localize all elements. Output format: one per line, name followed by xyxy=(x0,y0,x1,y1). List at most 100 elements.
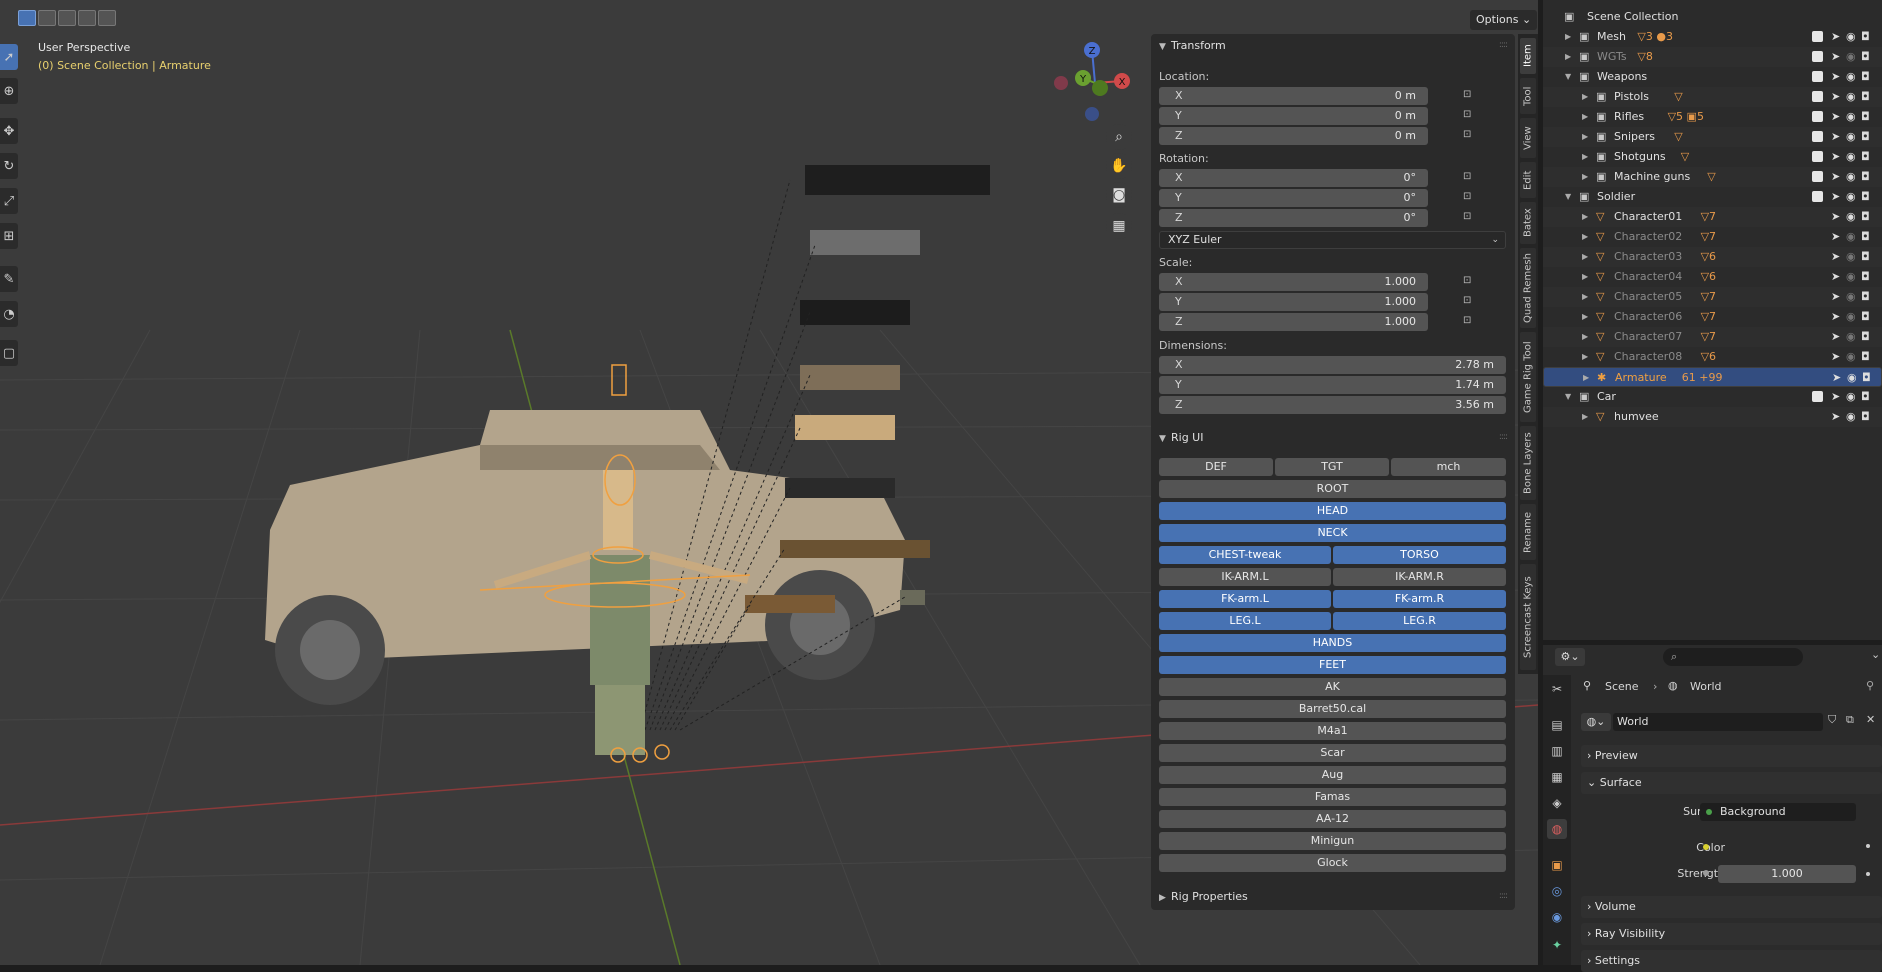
select-arrow-icon[interactable]: ➤ xyxy=(1831,207,1840,227)
drag-handle-icon[interactable]: :::: xyxy=(1499,40,1508,50)
expand-right-icon[interactable]: ▶ xyxy=(1582,407,1588,427)
tab-batex[interactable]: Batex xyxy=(1520,202,1536,244)
rig-feet-button[interactable]: FEET xyxy=(1159,656,1506,674)
expand-right-icon[interactable]: ▶ xyxy=(1582,347,1588,367)
outliner-row[interactable]: ▶ ▣ Snipers ▽ ➤ ◉ ◘ xyxy=(1543,127,1882,147)
editor-type-button[interactable]: ⚙⌄ xyxy=(1555,648,1585,666)
select-arrow-icon[interactable]: ➤ xyxy=(1831,327,1840,347)
outliner-row[interactable]: ▼ ▣ Car ➤ ◉ ◘ xyxy=(1543,387,1882,407)
select-arrow-icon[interactable]: ➤ xyxy=(1831,127,1840,147)
rig-chest-tweak-button[interactable]: CHEST-tweak xyxy=(1159,546,1331,564)
camera-icon[interactable]: ◘ xyxy=(1861,187,1870,207)
eye-icon[interactable]: ◉ xyxy=(1846,67,1856,87)
eye-icon[interactable]: ◉ xyxy=(1846,187,1856,207)
camera-icon[interactable]: ◘ xyxy=(1861,347,1870,367)
camera-icon[interactable]: ◘ xyxy=(1861,407,1870,427)
move-tool[interactable]: ✥ xyxy=(0,118,18,144)
expand-right-icon[interactable]: ▶ xyxy=(1582,167,1588,187)
scale-x-field[interactable]: X 1.000 xyxy=(1159,273,1428,291)
eye-icon[interactable]: ◉ xyxy=(1846,327,1856,347)
dimensions-y-field[interactable]: Y 1.74 m xyxy=(1159,376,1506,394)
camera-icon[interactable]: ◘ xyxy=(1861,127,1870,147)
camera-icon[interactable]: ◘ xyxy=(1861,307,1870,327)
rig-ik-arm-l-button[interactable]: IK-ARM.L xyxy=(1159,568,1331,586)
pin-icon[interactable]: ⚲ xyxy=(1866,679,1874,692)
expand-right-icon[interactable]: ▶ xyxy=(1582,107,1588,127)
rotation-x-field[interactable]: X 0° xyxy=(1159,169,1428,187)
dimensions-x-field[interactable]: X 2.78 m xyxy=(1159,356,1506,374)
output-tab[interactable]: ▥ xyxy=(1547,741,1567,761)
rig-famas-button[interactable]: Famas xyxy=(1159,788,1506,806)
object-tab[interactable]: ▣ xyxy=(1547,855,1567,875)
render-tab[interactable]: ▤ xyxy=(1547,715,1567,735)
expand-right-icon[interactable]: ▶ xyxy=(1582,307,1588,327)
scene-tab[interactable]: ◈ xyxy=(1547,793,1567,813)
camera-icon[interactable]: ◘ xyxy=(1861,287,1870,307)
outliner-row[interactable]: ▶ ✱ Armature 61 +99 ➤ ◉ ◘ xyxy=(1543,367,1882,387)
tab-screencast-keys[interactable]: Screencast Keys xyxy=(1520,564,1536,670)
camera-icon[interactable]: ◘ xyxy=(1861,227,1870,247)
world-tab[interactable]: ◍ xyxy=(1547,819,1567,839)
outliner-row[interactable]: ▶ ▣ Rifles ▽5 ▣5 ➤ ◉ ◘ xyxy=(1543,107,1882,127)
rig-neck-button[interactable]: NECK xyxy=(1159,524,1506,542)
camera-icon[interactable]: ◘ xyxy=(1861,147,1870,167)
rig-root-button[interactable]: ROOT xyxy=(1159,480,1506,498)
rig-ak-button[interactable]: AK xyxy=(1159,678,1506,696)
camera-icon[interactable]: ◘ xyxy=(1861,87,1870,107)
tab-bone-layers[interactable]: Bone Layers xyxy=(1520,426,1536,500)
rotate-tool[interactable]: ↻ xyxy=(0,153,18,179)
preview-section[interactable]: › Preview xyxy=(1581,745,1882,767)
ray-visibility-section[interactable]: › Ray Visibility xyxy=(1581,923,1882,945)
rig-fk-arm-l-button[interactable]: FK-arm.L xyxy=(1159,590,1331,608)
orthographic-toggle-button[interactable]: ▦ xyxy=(1106,213,1132,239)
tab-game-rig-tool[interactable]: Game Rig Tool xyxy=(1520,332,1536,422)
rig-mch-button[interactable]: mch xyxy=(1391,458,1506,476)
expand-down-icon[interactable]: ▼ xyxy=(1565,187,1571,207)
eye-icon[interactable]: ◉ xyxy=(1846,127,1856,147)
outliner-row[interactable]: ▶ ▽ Character07 ▽7 ➤ ◉ ◘ xyxy=(1543,327,1882,347)
lock-icon[interactable]: ⊡ xyxy=(1463,275,1471,286)
select-arrow-icon[interactable]: ➤ xyxy=(1831,267,1840,287)
duplicate-icon[interactable]: ⧉ xyxy=(1846,713,1854,727)
expand-down-icon[interactable]: ▼ xyxy=(1565,67,1571,87)
lock-icon[interactable]: ⊡ xyxy=(1463,129,1471,140)
rig-barret-button[interactable]: Barret50.cal xyxy=(1159,700,1506,718)
rig-m4a1-button[interactable]: M4a1 xyxy=(1159,722,1506,740)
eye-icon[interactable]: ◉ xyxy=(1846,47,1856,67)
rig-tgt-button[interactable]: TGT xyxy=(1275,458,1389,476)
settings-section[interactable]: › Settings xyxy=(1581,950,1882,972)
select-arrow-icon[interactable]: ➤ xyxy=(1831,167,1840,187)
outliner-row[interactable]: ▶ ▣ Shotguns ▽ ➤ ◉ ◘ xyxy=(1543,147,1882,167)
eye-icon[interactable]: ◉ xyxy=(1846,287,1856,307)
rig-properties-header[interactable]: ▶ Rig Properties xyxy=(1159,890,1248,903)
select-arrow-icon[interactable]: ➤ xyxy=(1831,307,1840,327)
select-arrow-icon[interactable]: ➤ xyxy=(1831,47,1840,67)
exclude-checkbox[interactable] xyxy=(1812,191,1823,202)
exclude-checkbox[interactable] xyxy=(1812,391,1823,402)
tab-edit[interactable]: Edit xyxy=(1520,162,1536,198)
rig-torso-button[interactable]: TORSO xyxy=(1333,546,1506,564)
eye-icon[interactable]: ◉ xyxy=(1846,167,1856,187)
dimensions-z-field[interactable]: Z 3.56 m xyxy=(1159,396,1506,414)
expand-right-icon[interactable]: ▶ xyxy=(1582,247,1588,267)
outliner-row[interactable]: ▶ ▣ Mesh ▽3 ●3 ➤ ◉ ◘ xyxy=(1543,27,1882,47)
outliner-row[interactable]: ▶ ▣ WGTs ▽8 ➤ ◉ ◘ xyxy=(1543,47,1882,67)
tab-tool[interactable]: Tool xyxy=(1520,78,1536,114)
annotate-tool[interactable]: ✎ xyxy=(0,266,18,292)
keyframe-dot-icon[interactable] xyxy=(1866,872,1870,876)
expand-down-icon[interactable]: ▼ xyxy=(1565,387,1571,407)
rig-leg-r-button[interactable]: LEG.R xyxy=(1333,612,1506,630)
select-arrow-icon[interactable]: ➤ xyxy=(1831,87,1840,107)
lock-icon[interactable]: ⊡ xyxy=(1463,315,1471,326)
camera-icon[interactable]: ◘ xyxy=(1861,47,1870,67)
close-icon[interactable]: ✕ xyxy=(1866,713,1875,726)
select-new-button[interactable] xyxy=(18,10,36,26)
measure-tool[interactable]: ◔ xyxy=(0,301,18,327)
expand-right-icon[interactable]: ▶ xyxy=(1582,147,1588,167)
lock-icon[interactable]: ⊡ xyxy=(1463,211,1471,222)
exclude-checkbox[interactable] xyxy=(1812,131,1823,142)
location-x-field[interactable]: X 0 m xyxy=(1159,87,1428,105)
select-arrow-icon[interactable]: ➤ xyxy=(1831,187,1840,207)
eye-icon[interactable]: ◉ xyxy=(1846,207,1856,227)
zoom-button[interactable]: ⌕ xyxy=(1106,124,1132,150)
